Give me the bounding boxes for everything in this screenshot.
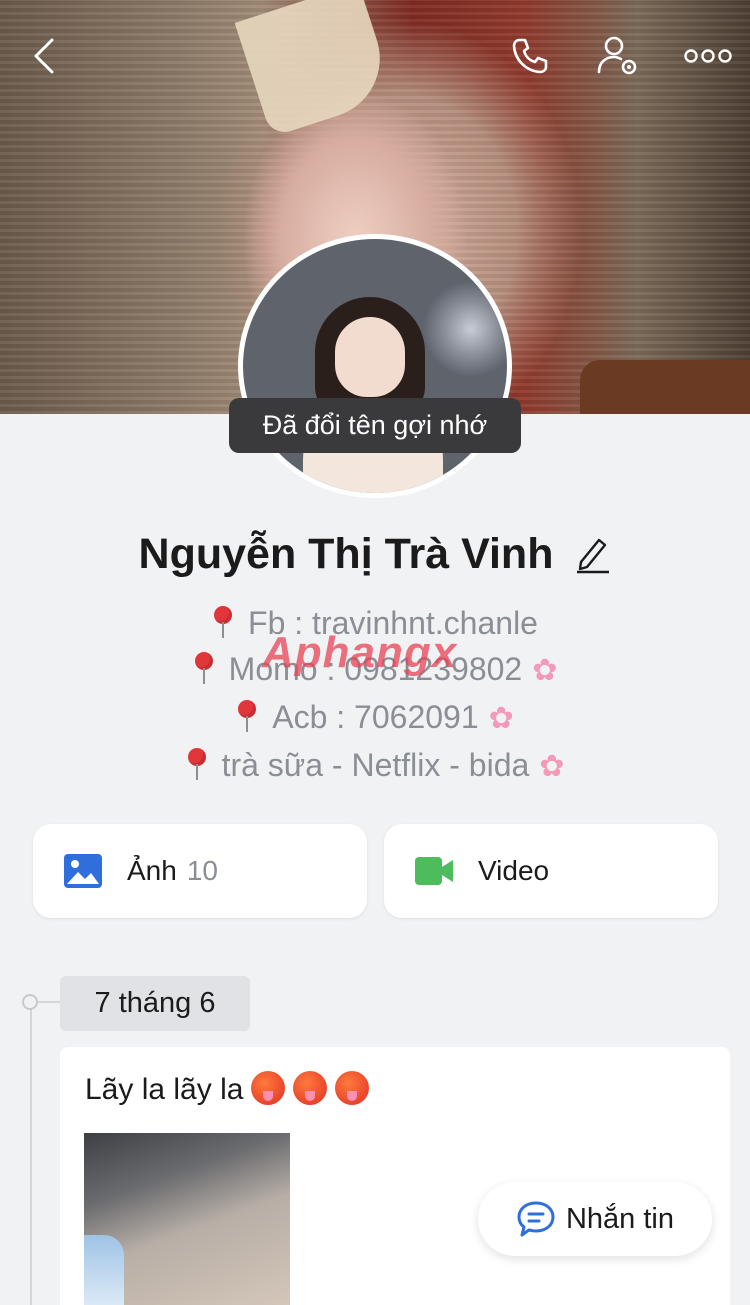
timeline-date: 7 tháng 6: [60, 976, 250, 1031]
cherry-blossom-icon: ✿: [539, 750, 565, 783]
pin-icon: [186, 748, 208, 780]
avatar[interactable]: [238, 234, 512, 498]
nickname-changed-tooltip: Đã đổi tên gợi nhớ: [229, 398, 521, 453]
photos-count: 10: [186, 855, 218, 886]
photos-label: Ảnh: [127, 855, 177, 886]
chevron-left-icon: [34, 38, 54, 74]
photos-card[interactable]: Ảnh 10: [33, 824, 367, 918]
post-text-row: Lãy la lãy la: [85, 1071, 370, 1107]
profile-settings-button[interactable]: [590, 28, 646, 84]
video-label: Video: [478, 855, 550, 886]
message-button-label: Nhắn tin: [565, 1202, 674, 1235]
post-image[interactable]: [84, 1133, 290, 1305]
back-button[interactable]: [16, 28, 72, 84]
cover-table: [580, 360, 750, 414]
message-button[interactable]: Nhắn tin: [478, 1182, 712, 1256]
more-button[interactable]: [678, 28, 738, 84]
chat-bubble-icon: [517, 1201, 555, 1237]
post-text: Lãy la lãy la: [85, 1073, 244, 1106]
cherry-blossom-icon: ✿: [488, 702, 514, 735]
top-bar: [0, 28, 750, 84]
pin-icon: [236, 700, 258, 732]
timeline-dot: [22, 994, 38, 1010]
user-gear-icon: [597, 36, 637, 75]
video-card[interactable]: Video: [384, 824, 718, 918]
edit-name-button[interactable]: [575, 534, 611, 574]
cherry-blossom-icon: ✿: [532, 654, 558, 687]
pin-icon: [212, 606, 234, 638]
hot-face-emoji-icon: [251, 1071, 286, 1105]
timeline-line: [30, 1002, 32, 1305]
phone-icon: [512, 38, 548, 74]
bio-line-hobbies: trà sữa - Netflix - bida ✿: [0, 742, 750, 790]
pin-icon: [193, 652, 215, 684]
profile-name: Nguyễn Thị Trà Vinh: [138, 529, 554, 578]
watermark-logo: Aphangx: [262, 628, 458, 677]
video-camera-icon: [415, 857, 453, 885]
pencil-icon: [577, 538, 610, 574]
name-row: Nguyễn Thị Trà Vinh: [0, 524, 750, 584]
hot-face-emoji-icon: [335, 1071, 370, 1105]
avatar-face: [335, 317, 405, 397]
timeline-post[interactable]: Lãy la lãy la: [60, 1047, 730, 1305]
bio-line-acb: Acb : 7062091 ✿: [0, 694, 750, 742]
timeline-connector: [38, 1001, 62, 1003]
hot-face-emoji-icon: [293, 1071, 328, 1105]
image-icon: [64, 854, 102, 888]
more-dots-icon: [684, 49, 732, 63]
call-button[interactable]: [502, 28, 558, 84]
